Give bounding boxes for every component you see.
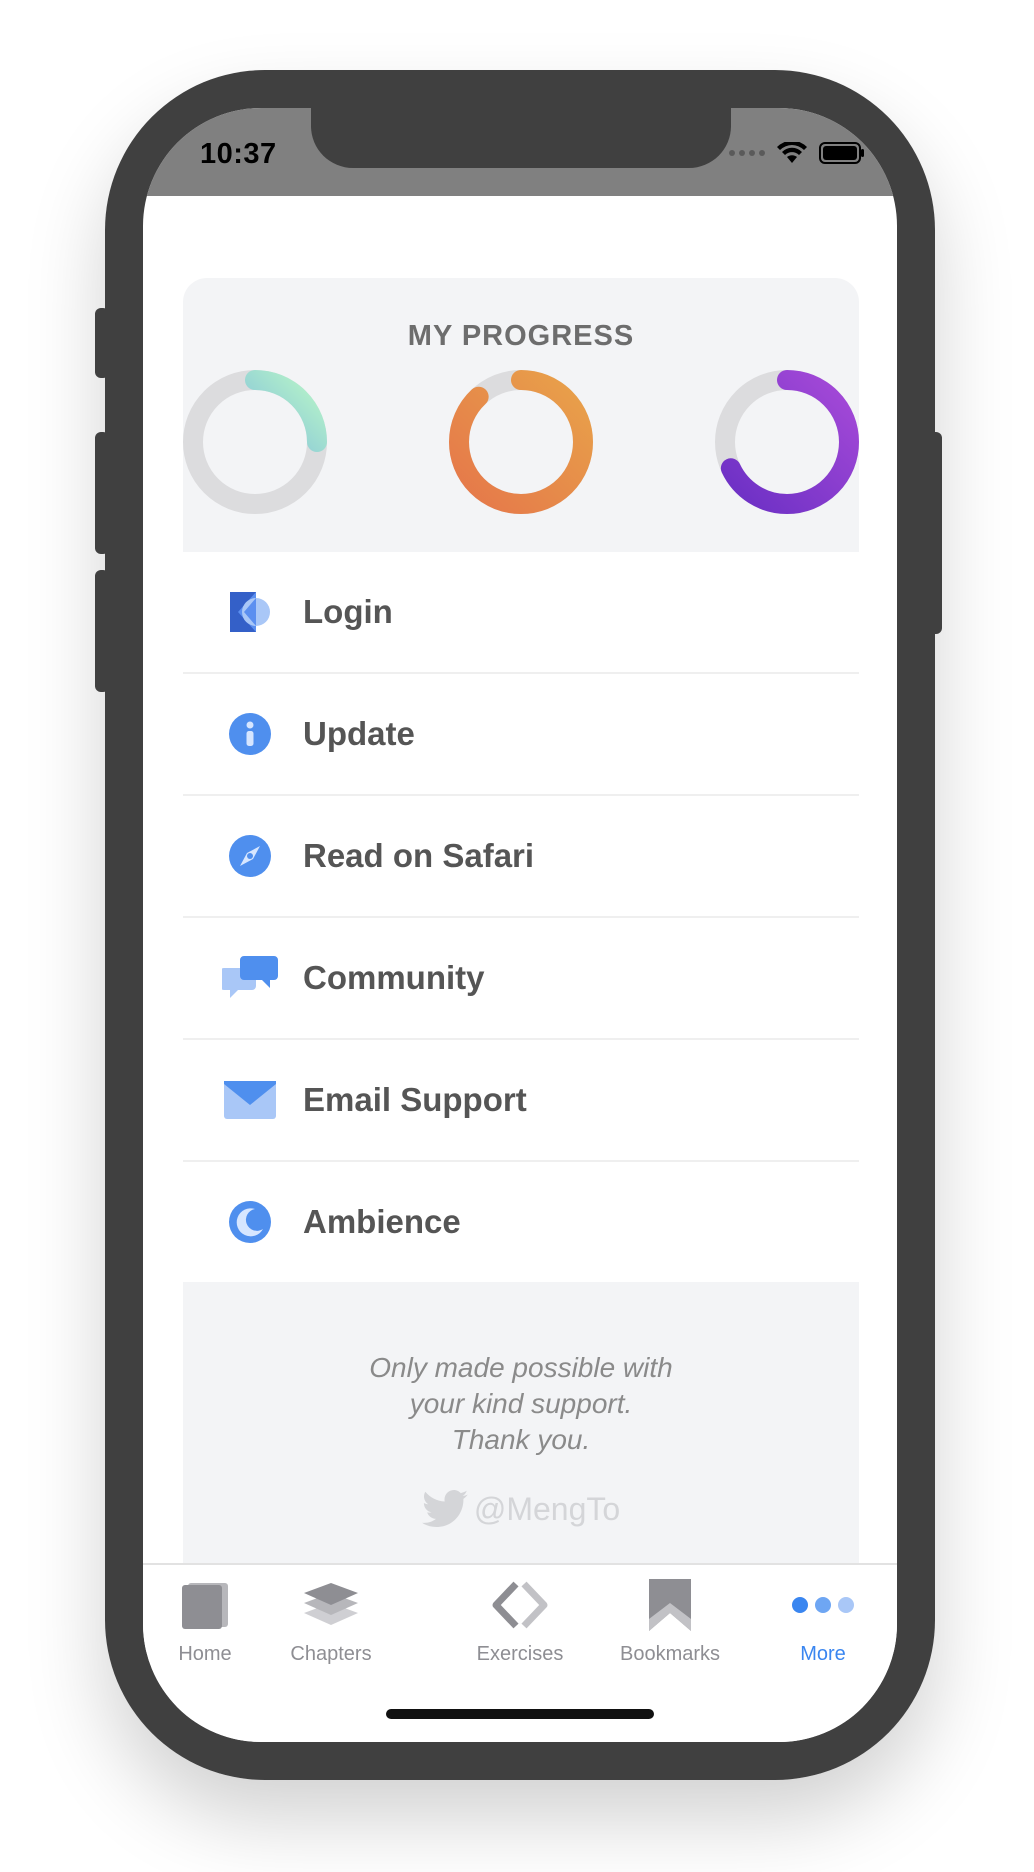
- progress-ring-1: [183, 370, 327, 514]
- signal-dots-icon: [729, 150, 765, 156]
- thanks-line-3: Thank you.: [451, 1424, 591, 1455]
- menu-list: Login Update Read on Safari Community Em…: [183, 552, 859, 1282]
- progress-ring-3: [715, 370, 859, 514]
- login-logo-icon: [221, 583, 279, 641]
- menu-label-email-support: Email Support: [303, 1081, 527, 1118]
- progress-title: MY PROGRESS: [407, 320, 635, 352]
- moon-icon: [221, 1193, 279, 1251]
- code-brackets-icon: [445, 1577, 595, 1633]
- status-bar: 10:37: [143, 108, 897, 196]
- twitter-bird-icon: [421, 1490, 468, 1527]
- menu-label-ambience: Ambience: [303, 1203, 461, 1240]
- layers-icon: [256, 1577, 406, 1633]
- tab-more[interactable]: More: [748, 1577, 897, 1666]
- twitter-handle-text: @MengTo: [473, 1490, 621, 1527]
- screen: 10:37 MY PROGRESS Login Update Read on S…: [143, 108, 897, 1742]
- battery-icon: [819, 142, 864, 164]
- ring-progress-arc: [449, 370, 593, 514]
- more-content: MY PROGRESS Login Update Read on Safari …: [183, 278, 859, 1582]
- menu-label-login: Login: [303, 593, 393, 630]
- mute-switch: [95, 308, 109, 378]
- progress-ring-2: [449, 370, 593, 514]
- menu-item-update[interactable]: Update: [183, 674, 859, 796]
- thanks-line-2: your kind support.: [409, 1388, 633, 1419]
- compass-icon: [221, 827, 279, 885]
- bookmark-icon: [595, 1577, 745, 1633]
- menu-label-community: Community: [303, 959, 485, 996]
- tab-bar: Home Chapters Exercises Bookmarks More: [143, 1563, 897, 1742]
- volume-down-button: [95, 570, 109, 692]
- thanks-message: Only made possible with your kind suppor…: [183, 1350, 859, 1458]
- menu-item-email-support[interactable]: Email Support: [183, 1040, 859, 1162]
- menu-item-safari[interactable]: Read on Safari: [183, 796, 859, 918]
- tab-label-chapters: Chapters: [290, 1643, 372, 1665]
- twitter-handle-link[interactable]: @MengTo: [183, 1490, 859, 1528]
- menu-item-community[interactable]: Community: [183, 918, 859, 1040]
- tab-bookmarks[interactable]: Bookmarks: [595, 1577, 745, 1666]
- wifi-icon: [777, 142, 807, 163]
- more-dots-icon: [748, 1577, 897, 1633]
- power-button: [928, 432, 942, 634]
- support-footer: Only made possible with your kind suppor…: [183, 1282, 859, 1582]
- home-indicator[interactable]: [386, 1709, 654, 1719]
- tab-label-more: More: [800, 1643, 846, 1665]
- chat-bubbles-icon: [221, 949, 279, 1007]
- menu-label-update: Update: [303, 715, 415, 752]
- tab-exercises[interactable]: Exercises: [445, 1577, 595, 1666]
- progress-card: MY PROGRESS: [183, 278, 859, 552]
- info-icon: [221, 705, 279, 763]
- thanks-line-1: Only made possible with: [369, 1352, 673, 1383]
- status-time: 10:37: [200, 138, 277, 170]
- tab-label-exercises: Exercises: [476, 1643, 564, 1665]
- menu-item-ambience[interactable]: Ambience: [183, 1162, 859, 1282]
- menu-item-login[interactable]: Login: [183, 552, 859, 674]
- tab-chapters[interactable]: Chapters: [256, 1577, 406, 1666]
- volume-up-button: [95, 432, 109, 554]
- envelope-icon: [221, 1071, 279, 1129]
- tab-label-bookmarks: Bookmarks: [619, 1643, 721, 1665]
- status-icons: [729, 142, 865, 164]
- notch: [311, 108, 731, 168]
- menu-label-safari: Read on Safari: [303, 837, 535, 874]
